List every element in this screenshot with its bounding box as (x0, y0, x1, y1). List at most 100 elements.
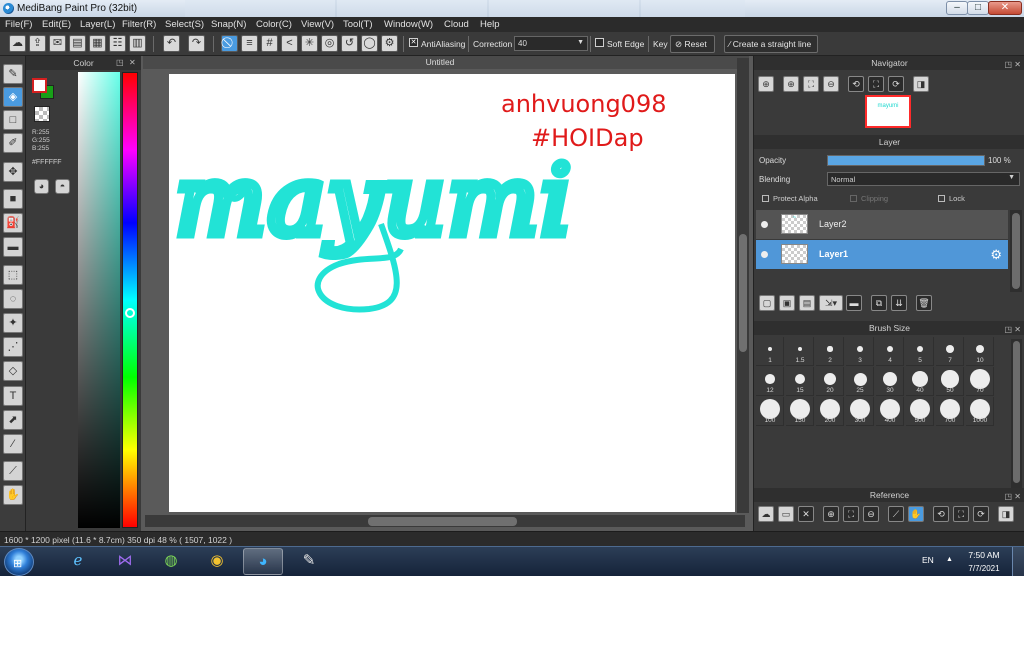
brush-size-option[interactable]: 10 (966, 337, 994, 366)
new-layer-icon[interactable]: ▢ (759, 295, 775, 311)
reference-close-image-icon[interactable]: ✕ (798, 506, 814, 522)
brush-size-option[interactable]: 200 (816, 397, 844, 426)
menu-snap[interactable]: Snap(N) (211, 19, 246, 30)
reference-eyedropper-icon[interactable]: ⟋ (888, 506, 904, 522)
brush-size-option[interactable]: 40 (906, 367, 934, 396)
brush-size-option[interactable]: 3 (846, 337, 874, 366)
layer-row-layer1[interactable]: Layer1 ⚙ (756, 240, 1008, 269)
vanishing-point-icon[interactable]: < (281, 35, 298, 52)
brush-size-option[interactable]: 1 (756, 337, 784, 366)
zoom-in-icon[interactable]: ⊕ (758, 76, 774, 92)
delete-layer-icon[interactable]: 🗑 (916, 295, 932, 311)
start-button[interactable]: ⊞ (4, 548, 34, 576)
language-indicator[interactable]: EN (922, 555, 934, 565)
brush-size-option[interactable]: 15 (786, 367, 814, 396)
brush-tool-icon[interactable]: ✎ (3, 64, 23, 84)
chat-icon[interactable]: ▤ (69, 35, 86, 52)
gradient-tool-icon[interactable]: ▬ (3, 237, 23, 257)
saturation-value-picker[interactable] (78, 72, 120, 528)
close-icon[interactable]: ✕ (129, 58, 136, 67)
vertical-scroll-thumb[interactable] (739, 234, 747, 352)
brush-size-option[interactable]: 50 (936, 367, 964, 396)
paint-brush-icon[interactable]: ✎ (289, 548, 329, 575)
select-eraser-icon[interactable]: ◇ (3, 361, 23, 381)
menu-layer[interactable]: Layer(L) (80, 19, 115, 30)
list-icon[interactable]: ☷ (109, 35, 126, 52)
reference-zoom-out-icon[interactable]: ⊖ (863, 506, 879, 522)
cross-snap-icon[interactable]: # (261, 35, 278, 52)
reset-view-icon[interactable]: ⟳ (888, 76, 904, 92)
transparent-color-swatch[interactable] (34, 106, 50, 122)
brush-size-scroll-thumb[interactable] (1013, 341, 1020, 483)
brush-size-scrollbar[interactable] (1011, 339, 1022, 489)
fit-screen-icon[interactable]: ⛶ (803, 76, 819, 92)
menu-window[interactable]: Window(W) (384, 19, 433, 30)
fullscreen-icon[interactable]: ⛶ (868, 76, 884, 92)
rotate-icon[interactable]: ⟲ (848, 76, 864, 92)
correction-select[interactable]: 40 ▼ (514, 36, 588, 51)
hue-slider-handle[interactable] (125, 308, 135, 318)
blending-select[interactable]: Normal ▼ (827, 172, 1020, 186)
lock-checkbox[interactable]: Lock (938, 194, 965, 203)
opacity-slider[interactable] (827, 155, 985, 166)
clipping-checkbox[interactable]: Clipping (850, 194, 888, 203)
brush-size-option[interactable]: 1000 (966, 397, 994, 426)
brush-size-option[interactable]: 300 (846, 397, 874, 426)
add-layer-menu-icon[interactable]: ⇲▾ (819, 295, 843, 311)
antialiasing-checkbox[interactable]: ✕ (409, 38, 418, 47)
menu-select[interactable]: Select(S) (165, 19, 204, 30)
layer-settings-gear-icon[interactable]: ⚙ (990, 247, 1002, 263)
show-desktop-button[interactable] (1012, 547, 1024, 576)
reset-button[interactable]: ⊘ Reset (670, 35, 715, 53)
zoom-out-icon[interactable]: ⊖ (823, 76, 839, 92)
select-pen-icon[interactable]: ✐ (3, 133, 23, 153)
navigator-close-icon[interactable]: ◳ ✕ (1005, 58, 1021, 72)
layer-list-scroll-thumb[interactable] (1012, 213, 1020, 289)
eraser-tool-icon[interactable]: ◈ (3, 87, 23, 107)
undo-icon[interactable]: ↶ (163, 35, 180, 52)
reference-fullscreen-icon[interactable]: ⛶ (953, 506, 969, 522)
merge-down-icon[interactable]: ⇊ (891, 295, 907, 311)
radial-snap-icon[interactable]: ✳ (301, 35, 318, 52)
select-brush-icon[interactable]: ⋰ (3, 337, 23, 357)
vertical-scrollbar[interactable] (737, 58, 749, 513)
visual-studio-icon[interactable]: ⋈ (105, 548, 145, 575)
maximize-button[interactable]: □ (967, 1, 989, 15)
redo-icon[interactable]: ↷ (188, 35, 205, 52)
zoom-in-icon[interactable]: ⊕ (783, 76, 799, 92)
bucket-tool-icon[interactable]: ⛽ (3, 213, 23, 233)
coccoc-browser-icon[interactable]: ◍ (151, 548, 191, 575)
palette-icon[interactable]: ◕ (34, 179, 49, 194)
internet-explorer-icon[interactable]: ℯ (58, 548, 98, 575)
new-halftone-layer-icon[interactable]: ▣ (779, 295, 795, 311)
move-tool-icon[interactable]: ✥ (3, 162, 23, 182)
snap-settings-icon[interactable]: ⚙ (381, 35, 398, 52)
menu-edit[interactable]: Edit(E) (42, 19, 71, 30)
magic-wand-icon[interactable]: ✦ (3, 313, 23, 333)
document-icon[interactable]: ▦ (89, 35, 106, 52)
reference-close-icon[interactable]: ◳ ✕ (1005, 490, 1021, 504)
brush-size-option[interactable]: 150 (786, 397, 814, 426)
rect-select-icon[interactable]: ⬚ (3, 265, 23, 285)
drawing-canvas[interactable]: mayumi anhvuong098 #HOIDap (169, 74, 735, 512)
cloud-icon[interactable]: ☁ (9, 35, 26, 52)
parallel-snap-icon[interactable]: ≡ (241, 35, 258, 52)
snap-off-icon[interactable]: ⃠ (221, 35, 238, 52)
layer-row-layer2[interactable]: ~ Layer2 (756, 210, 1008, 239)
brush-size-option[interactable]: 4 (876, 337, 904, 366)
operation-tool-icon[interactable]: ⬈ (3, 410, 23, 430)
brush-size-option[interactable]: 100 (756, 397, 784, 426)
brush-size-option[interactable]: 1.5 (786, 337, 814, 366)
brush-size-option[interactable]: 12 (756, 367, 784, 396)
create-straight-line-button[interactable]: ∕ Create a straight line (724, 35, 818, 53)
upload-icon[interactable]: ⇪ (29, 35, 46, 52)
lasso-select-icon[interactable]: ◌ (3, 289, 23, 309)
brush-size-option[interactable]: 20 (816, 367, 844, 396)
reference-fit-icon[interactable]: ⛶ (843, 506, 859, 522)
new-8bit-layer-icon[interactable]: ▤ (799, 295, 815, 311)
brush-size-option[interactable]: 500 (906, 397, 934, 426)
minimize-button[interactable]: – (946, 1, 968, 15)
horizontal-scrollbar[interactable] (145, 515, 745, 527)
navigator-preview[interactable]: mayumi (865, 95, 911, 128)
reference-flip-icon[interactable]: ◨ (998, 506, 1014, 522)
